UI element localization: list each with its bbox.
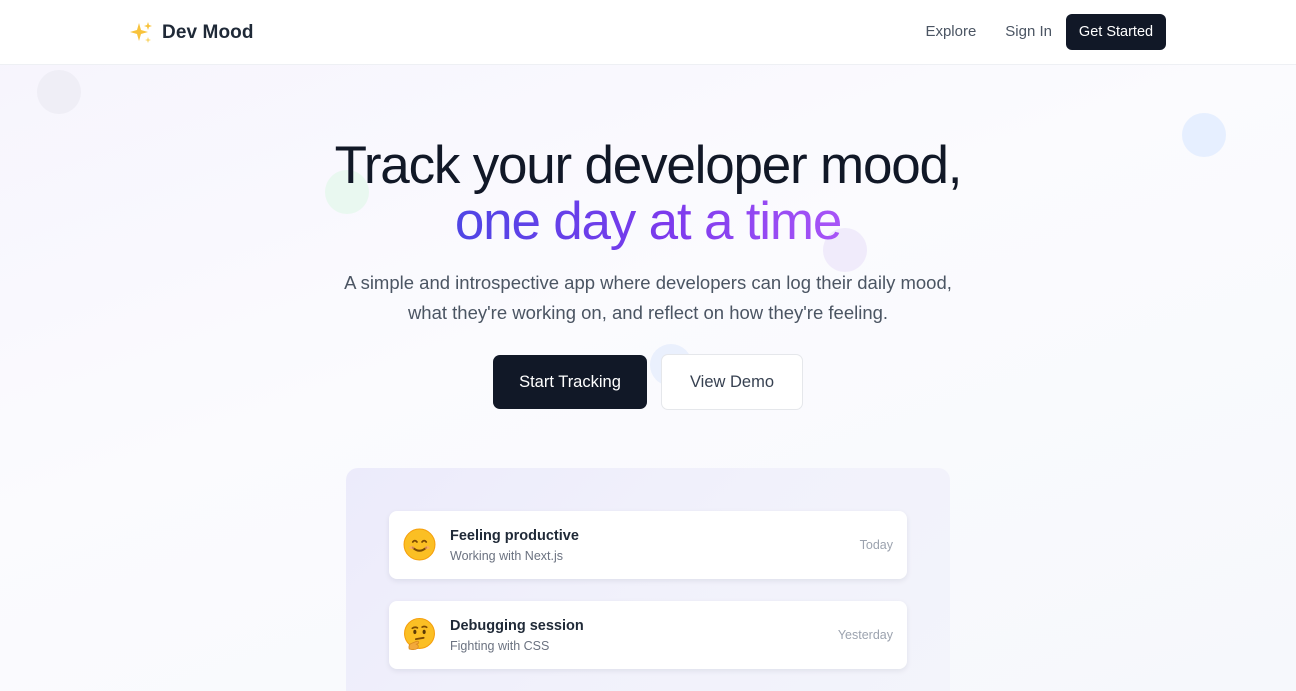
hero-subtitle: A simple and introspective app where dev… [0,268,1296,328]
hero-title-line2: one day at a time [454,192,842,251]
mood-entry-description: Working with Next.js [450,549,563,563]
start-tracking-button[interactable]: Start Tracking [493,355,647,409]
sparkles-icon [130,22,152,43]
hero-subtitle-line1: A simple and introspective app where dev… [344,272,952,293]
mood-entry-date: Yesterday [837,628,893,642]
view-demo-button[interactable]: View Demo [661,354,803,410]
mood-entry-description: Fighting with CSS [450,639,550,653]
landing-page: Dev Mood Explore Sign In Get Started Tra… [0,0,1296,691]
mood-entry-title: Debugging session [450,618,584,634]
hero-title: Track your developer mood, one day at a … [0,138,1296,250]
mood-preview-panel: Feeling productive Working with Next.js … [346,468,950,691]
smiling-face-icon [403,528,436,561]
main-nav: Explore Sign In Get Started [925,14,1166,50]
mood-entry-card[interactable]: Feeling productive Working with Next.js … [389,511,907,579]
thinking-face-icon [404,618,435,651]
hero-subtitle-line2: what they're working on, and reflect on … [407,302,889,323]
nav-explore-link[interactable]: Explore [925,14,976,50]
mood-entry-title: Feeling productive [450,528,579,544]
app-name: Dev Mood [162,22,254,43]
get-started-button[interactable]: Get Started [1066,14,1166,50]
decorative-circle [37,70,81,114]
top-navbar: Dev Mood Explore Sign In Get Started [0,0,1296,65]
nav-sign-in-link[interactable]: Sign In [1005,14,1052,50]
mood-entry-date: Today [859,538,893,552]
logo[interactable]: Dev Mood [128,18,254,48]
mood-entry-card[interactable]: Debugging session Fighting with CSS Yest… [389,601,907,669]
hero-cta-group: Start Tracking View Demo [493,354,803,410]
hero-title-line1: Track your developer mood, [334,136,963,195]
